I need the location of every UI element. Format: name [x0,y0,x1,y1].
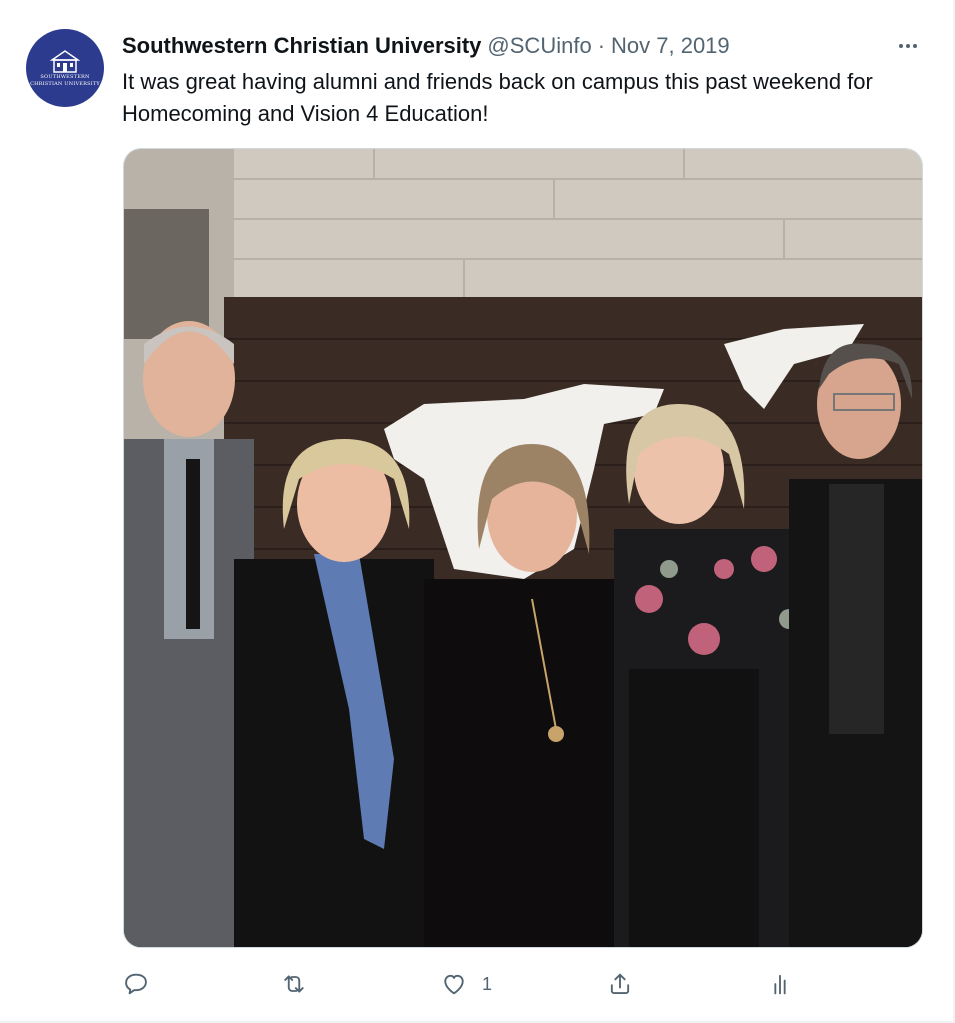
avatar-logo-text: SOUTHWESTERN CHRISTIAN UNIVERSITY [30,74,100,87]
analytics-icon [774,974,786,995]
separator-dot: · [597,33,606,58]
share-icon [610,973,630,995]
reply-button[interactable] [122,966,164,1002]
tweet-card[interactable]: SOUTHWESTERN CHRISTIAN UNIVERSITY Southw… [0,0,955,1023]
retweet-icon [284,975,304,993]
like-count: 1 [482,973,493,994]
more-dot [913,44,917,48]
reply-icon [125,973,147,995]
retweet-button[interactable] [280,966,322,1002]
more-options-icon[interactable] [881,32,917,60]
tweet-actions: 1 [122,966,802,1002]
tweet-header: Southwestern Christian University @SCUin… [122,32,917,60]
analytics-button[interactable] [766,966,808,1002]
group-photo-image [124,149,922,947]
more-dot [899,44,903,48]
share-button[interactable] [606,966,648,1002]
tweet-photo[interactable] [123,148,923,948]
tweet-date[interactable]: Nov 7, 2019 [611,33,730,59]
avatar[interactable]: SOUTHWESTERN CHRISTIAN UNIVERSITY [26,29,104,107]
heart-icon [444,974,464,995]
user-handle[interactable]: @SCUinfo [487,33,591,59]
display-name[interactable]: Southwestern Christian University [122,33,481,59]
university-logo-icon [50,50,80,73]
more-dot [906,44,910,48]
like-button[interactable]: 1 [440,966,492,1002]
tweet-text: It was great having alumni and friends b… [122,69,873,126]
